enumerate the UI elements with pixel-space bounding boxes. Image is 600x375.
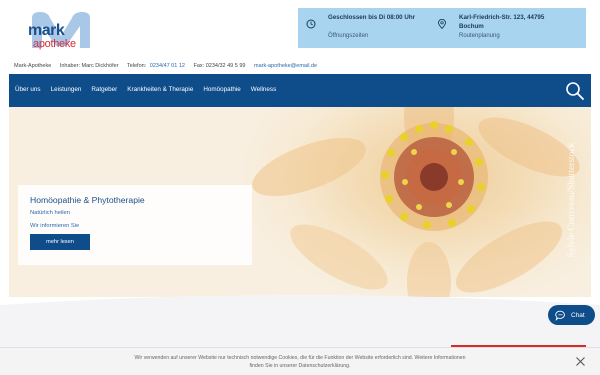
nav-items: Über uns Leistungen Ratgeber Krankheiten… xyxy=(15,86,276,93)
read-more-button[interactable]: mehr lesen xyxy=(30,234,90,250)
chat-label: Chat xyxy=(571,311,585,319)
nav-item-wellness[interactable]: Wellness xyxy=(251,86,276,93)
photo-credit-text: Sylvie Corriveau/Shutterstock xyxy=(567,142,577,258)
phone-link[interactable]: 0234/47 01 12 xyxy=(150,63,185,69)
owner: Inhaber: Marc Dickhöfer xyxy=(59,63,119,69)
info-box: Geschlossen bis Di 08:00 Uhr Öffnungszei… xyxy=(298,8,586,48)
logo-word-apotheke: apotheke xyxy=(33,38,76,50)
opening-hours[interactable]: Geschlossen bis Di 08:00 Uhr Öffnungszei… xyxy=(306,13,426,45)
site-header: mark apotheke Geschlossen bis Di 08:00 U… xyxy=(0,0,600,58)
location-pin-icon xyxy=(438,19,446,29)
contact-line: Mark-Apotheke Inhaber: Marc Dickhöfer Te… xyxy=(14,63,324,69)
hero-card: Homöopathie & Phytotherapie Natürlich he… xyxy=(18,185,252,265)
chat-button[interactable]: Chat xyxy=(548,305,595,325)
chat-bubble-icon xyxy=(555,310,565,321)
email-link[interactable]: mark-apotheke@email.de xyxy=(254,63,317,69)
cookie-line-2[interactable]: finden Sie in unserer Datenschutzerkläru… xyxy=(100,362,500,370)
pharmacy-name: Mark-Apotheke xyxy=(14,63,52,69)
opening-hours-status: Geschlossen bis Di 08:00 Uhr xyxy=(328,14,416,21)
phone-label: Telefon: xyxy=(126,63,147,69)
nav-item-leistungen[interactable]: Leistungen xyxy=(51,86,82,93)
pharmacy-logo[interactable]: mark apotheke xyxy=(14,8,90,50)
cookie-line-1: Wir verwenden auf unserer Website nur te… xyxy=(134,355,466,361)
cookie-text: Wir verwenden auf unserer Website nur te… xyxy=(100,354,500,370)
nav-item-ueber-uns[interactable]: Über uns xyxy=(15,86,41,93)
wave-divider xyxy=(0,295,600,350)
close-icon[interactable] xyxy=(575,356,586,367)
clock-icon xyxy=(306,19,316,29)
search-icon[interactable] xyxy=(558,74,591,107)
address-text: Karl-Friedrich-Str. 123, 44795 Bochum xyxy=(459,14,545,30)
photo-credit: Sylvie Corriveau/Shutterstock xyxy=(565,115,579,285)
fax: Fax: 0234/32 49 5 99 xyxy=(193,63,246,69)
nav-item-homoeopathie[interactable]: Homöopathie xyxy=(203,86,240,93)
opening-hours-link[interactable]: Öffnungszeiten xyxy=(328,33,368,39)
hero-card-title: Homöopathie & Phytotherapie xyxy=(30,195,145,205)
hero-card-line-2: Wir informieren Sie xyxy=(30,223,80,229)
main-nav: Über uns Leistungen Ratgeber Krankheiten… xyxy=(9,74,591,107)
address[interactable]: Karl-Friedrich-Str. 123, 44795 Bochum Ro… xyxy=(437,13,577,45)
nav-item-ratgeber[interactable]: Ratgeber xyxy=(91,86,117,93)
nav-item-krankheiten-therapie[interactable]: Krankheiten & Therapie xyxy=(127,86,193,93)
route-planning-link[interactable]: Routenplanung xyxy=(459,33,500,39)
hero-card-line-1: Natürlich heilen xyxy=(30,210,70,216)
hero-banner: Sylvie Corriveau/Shutterstock Homöopathi… xyxy=(9,107,591,297)
cookie-banner: Wir verwenden auf unserer Website nur te… xyxy=(0,347,600,375)
